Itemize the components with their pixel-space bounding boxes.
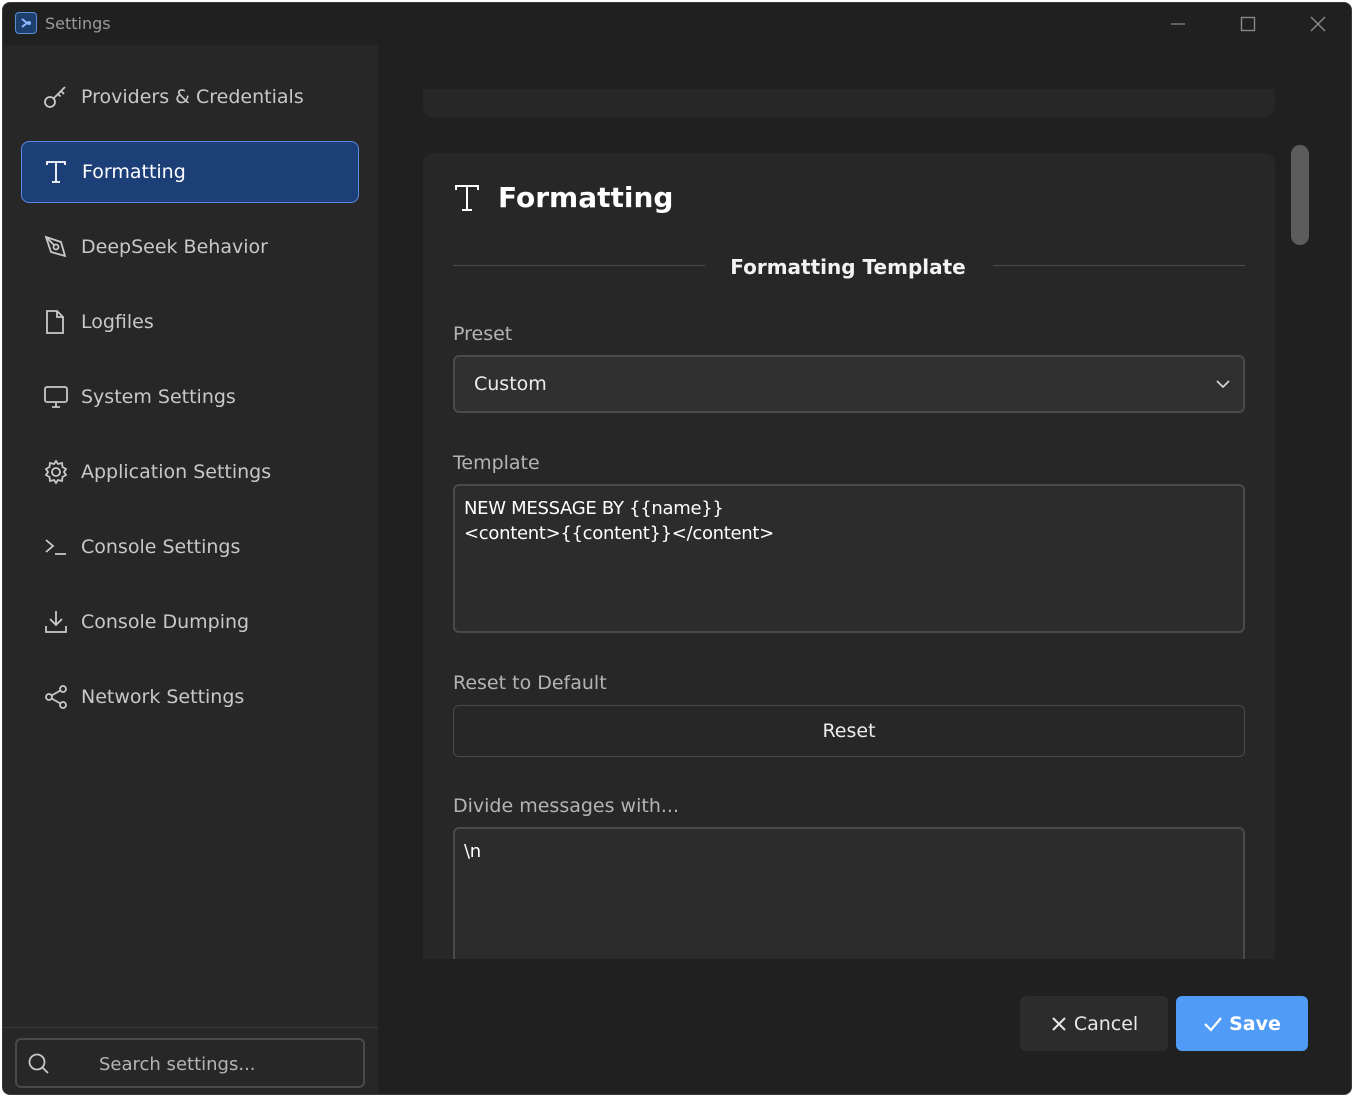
formatting-card: Formatting Formatting Template Preset Cu… (423, 153, 1275, 959)
divider-textarea[interactable]: \n (453, 827, 1245, 959)
sidebar-item-providers-credentials[interactable]: Providers & Credentials (21, 66, 359, 128)
terminal-icon (43, 532, 73, 562)
settings-window: Settings Providers & Credentials Formatt… (2, 2, 1352, 1095)
search-icon (27, 1052, 51, 1080)
sidebar-item-logfiles[interactable]: Logfiles (21, 291, 359, 353)
template-line: NEW MESSAGE BY {{name}} (464, 498, 724, 519)
chevron-down-icon (1215, 376, 1231, 396)
preset-label: Preset (453, 323, 513, 345)
sidebar-item-application-settings[interactable]: Application Settings (21, 441, 359, 503)
main-content: Formatting Formatting Template Preset Cu… (378, 45, 1351, 1094)
close-icon (1310, 16, 1326, 32)
key-icon (43, 82, 73, 112)
preset-select-value: Custom (474, 373, 547, 395)
sidebar-item-label: Application Settings (81, 461, 272, 483)
download-icon (43, 607, 73, 637)
previous-section-card (423, 89, 1275, 117)
sidebar-item-console-settings[interactable]: Console Settings (21, 516, 359, 578)
sidebar-item-deepseek-behavior[interactable]: DeepSeek Behavior (21, 216, 359, 278)
card-title: Formatting (498, 181, 674, 214)
pen-tool-icon (43, 232, 73, 262)
gear-icon (43, 457, 73, 487)
text-format-icon (453, 183, 481, 217)
sidebar-item-label: Formatting (82, 161, 186, 183)
app-logo-icon (15, 12, 37, 34)
sidebar-item-label: Console Dumping (81, 611, 250, 633)
settings-scroll-area[interactable]: Formatting Formatting Template Preset Cu… (423, 153, 1275, 959)
save-label: Save (1229, 1012, 1281, 1035)
check-icon (1203, 1015, 1223, 1033)
sidebar-item-label: Providers & Credentials (81, 86, 304, 108)
share-icon (43, 682, 73, 712)
sidebar-item-label: Network Settings (81, 686, 245, 708)
sidebar-item-label: DeepSeek Behavior (81, 236, 268, 258)
window-title: Settings (45, 14, 111, 33)
section-divider-left (453, 265, 705, 266)
sidebar-item-system-settings[interactable]: System Settings (21, 366, 359, 428)
minimize-button[interactable] (1143, 3, 1213, 45)
text-format-icon (44, 157, 74, 187)
section-divider-right (993, 265, 1245, 266)
sidebar-item-network-settings[interactable]: Network Settings (21, 666, 359, 728)
search-input[interactable] (99, 1051, 349, 1077)
save-button[interactable]: Save (1176, 996, 1308, 1051)
sidebar-item-label: System Settings (81, 386, 236, 408)
close-icon (1050, 1015, 1068, 1033)
template-line: <content>{{content}}</content> (464, 523, 774, 544)
sidebar-item-label: Logfiles (81, 311, 154, 333)
cancel-button[interactable]: Cancel (1020, 996, 1168, 1051)
maximize-icon (1240, 16, 1256, 32)
maximize-button[interactable] (1213, 3, 1283, 45)
minimize-icon (1171, 23, 1185, 25)
search-box[interactable] (15, 1038, 365, 1088)
reset-button[interactable]: Reset (453, 705, 1245, 757)
sidebar-item-formatting[interactable]: Formatting (21, 141, 359, 203)
section-title: Formatting Template (730, 255, 966, 279)
sidebar: Providers & Credentials Formatting DeepS… (3, 45, 378, 1094)
title-bar: Settings (3, 3, 1351, 45)
preset-select[interactable]: Custom (453, 355, 1245, 413)
monitor-icon (43, 382, 73, 412)
scrollbar-thumb[interactable] (1291, 145, 1309, 245)
cancel-label: Cancel (1073, 1012, 1139, 1035)
template-textarea[interactable]: NEW MESSAGE BY {{name}} <content>{{conte… (453, 484, 1245, 633)
divider-label: Divide messages with... (453, 795, 679, 817)
divider-value: \n (464, 841, 481, 862)
reset-label: Reset to Default (453, 672, 607, 694)
sidebar-item-console-dumping[interactable]: Console Dumping (21, 591, 359, 653)
sidebar-divider (3, 1027, 378, 1028)
sidebar-item-label: Console Settings (81, 536, 241, 558)
close-button[interactable] (1283, 3, 1351, 45)
template-label: Template (453, 452, 540, 474)
file-icon (43, 307, 73, 337)
